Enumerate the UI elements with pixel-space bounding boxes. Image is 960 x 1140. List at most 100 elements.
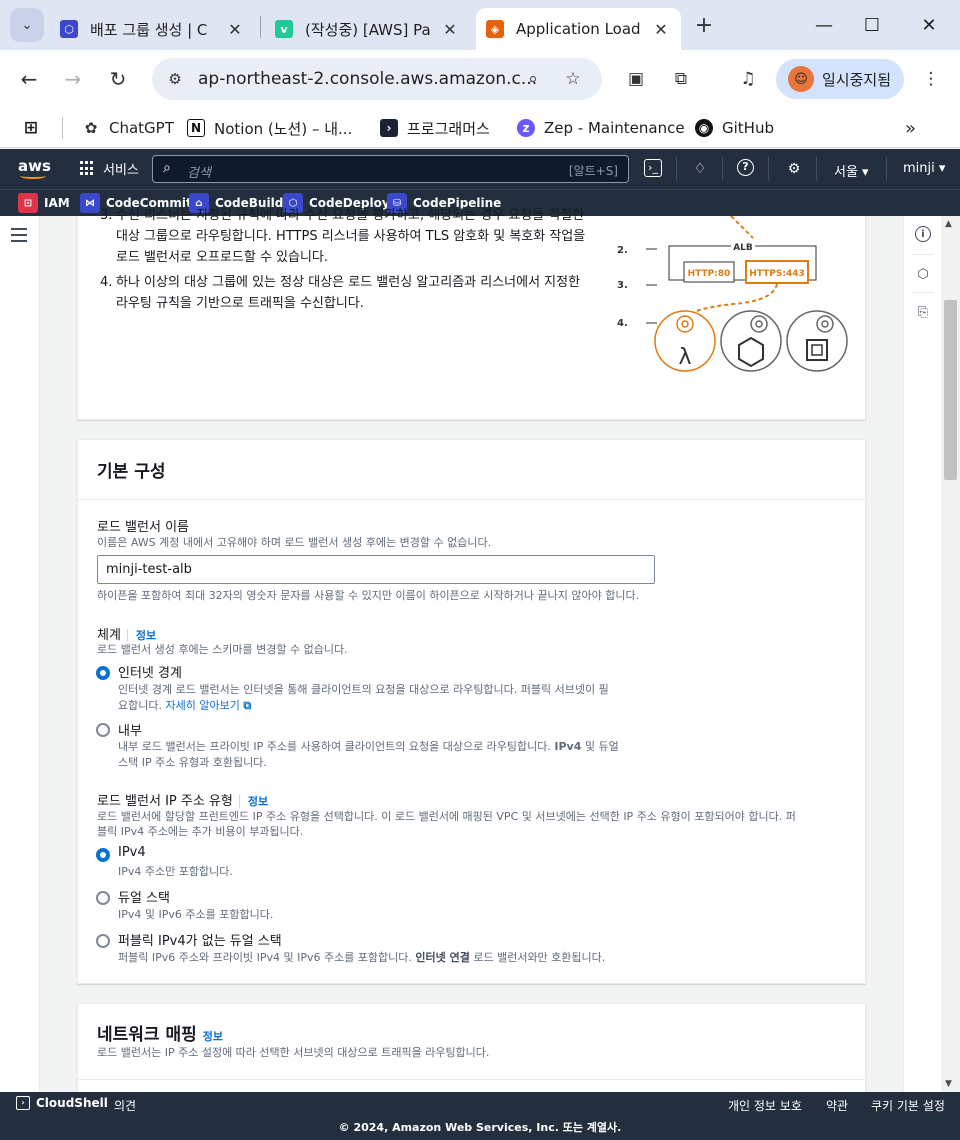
internal-desc-bold: IPv4 — [554, 740, 582, 753]
tab-capture-icon[interactable]: ▣ — [623, 66, 649, 92]
favorite-iam[interactable]: ⊡ IAM — [18, 193, 70, 213]
svg-text:λ: λ — [678, 345, 691, 370]
terms-link[interactable]: 약관 — [826, 1097, 848, 1114]
tab-search-button[interactable]: ⌄ — [10, 8, 44, 42]
services-menu-button[interactable]: 서비스 — [80, 159, 139, 178]
aws-search-input[interactable]: ⌕ 검색 [알트+S] — [152, 155, 629, 183]
reload-button[interactable]: ↻ — [103, 64, 133, 94]
browser-tab-1[interactable]: ⬡ 배포 그룹 생성 | C ✕ — [50, 8, 255, 50]
ipv4-description: IPv4 주소만 포함합니다. — [118, 865, 233, 878]
basic-config-header: 기본 구성 — [78, 440, 865, 500]
back-button[interactable]: ← — [14, 64, 44, 94]
scheme-label: 체계 정보 — [97, 624, 157, 643]
feedback-hexagon-icon[interactable]: ⬡ — [913, 264, 933, 284]
scrollbar-thumb[interactable] — [944, 300, 957, 480]
menu-hamburger-icon[interactable] — [11, 228, 27, 242]
region-selector[interactable]: 서울 ▾ — [834, 161, 869, 180]
bookmarks-divider — [62, 116, 63, 140]
media-control-icon[interactable]: ♫ — [735, 66, 761, 92]
console-footer: › CloudShell 의견 개인 정보 보호 약관 쿠키 기본 설정 © 2… — [0, 1092, 960, 1140]
dualstack-no-public-ipv4-radio[interactable] — [96, 934, 110, 948]
services-grid-icon — [80, 161, 95, 176]
page-scrollbar[interactable]: ▲ ▼ — [941, 216, 960, 1092]
scheme-internal-radio[interactable] — [96, 723, 110, 737]
step-item: 4. 하나 이상의 대상 그룹에 있는 정상 대상은 로드 밸런싱 알고리즘과 리… — [100, 272, 595, 314]
scroll-down-arrow-icon[interactable]: ▼ — [945, 1079, 952, 1089]
minimize-button[interactable]: — — [810, 12, 838, 40]
profile-button[interactable]: ☺ 일시중지됨 — [776, 59, 904, 99]
address-bar[interactable]: ⚙ ap-northeast-2.console.aws.amazon.c...… — [152, 58, 602, 100]
bookmark-label: Zep - Maintenance — [544, 119, 685, 137]
container-target-icon — [720, 310, 782, 372]
nav-divider — [816, 157, 817, 181]
extensions-icon[interactable]: ⧉ — [668, 66, 694, 92]
chatgpt-icon: ✿ — [84, 119, 98, 137]
zoom-search-icon[interactable]: ⌕ — [522, 68, 544, 90]
close-icon[interactable]: ✕ — [440, 20, 460, 39]
lb-name-label: 로드 밸런서 이름 — [97, 520, 189, 535]
bookmark-zep[interactable]: z Zep - Maintenance — [517, 116, 685, 140]
tab-divider — [260, 16, 261, 38]
dualstack-description: IPv4 및 IPv6 주소를 포함합니다. — [118, 908, 274, 921]
velog-favicon-icon: v — [275, 20, 293, 38]
settings-gear-icon[interactable]: ⚙ — [784, 159, 804, 179]
tab-title: (작성중) [AWS] Pa — [305, 20, 431, 39]
rail-divider — [912, 292, 934, 293]
tab-title: Application Load — [516, 20, 641, 38]
ip-type-info-link[interactable]: 정보 — [238, 795, 269, 808]
aws-top-nav: aws 서비스 ⌕ 검색 [알트+S] ›_ ♢ ? ⚙ 서울 ▾ minji … — [0, 149, 960, 189]
avatar: ☺ — [788, 66, 814, 92]
bookmark-notion[interactable]: N Notion (노션) – 내... — [187, 116, 352, 140]
dualstack-radio[interactable] — [96, 891, 110, 905]
new-tab-button[interactable]: + — [690, 12, 718, 40]
help-icon[interactable]: ? — [737, 159, 754, 176]
privacy-link[interactable]: 개인 정보 보호 — [728, 1097, 802, 1114]
notifications-bell-icon[interactable]: ♢ — [690, 159, 710, 179]
apps-grid-icon[interactable]: ⊞ — [22, 116, 49, 140]
codedeploy-favicon-icon: ⬡ — [60, 20, 78, 38]
network-info-link[interactable]: 정보 — [203, 1030, 223, 1043]
dualstack-no-public-ipv4-description: 퍼블릭 IPv6 주소와 프라이빗 IPv4 및 IPv6 주소를 포함합니다.… — [118, 950, 605, 966]
close-icon[interactable]: ✕ — [651, 20, 671, 39]
bookmark-label: ChatGPT — [109, 119, 174, 137]
search-placeholder: 검색 — [187, 166, 211, 181]
more-menu-icon[interactable]: ⋮ — [918, 66, 944, 92]
browser-tab-strip: ⌄ ⬡ 배포 그룹 생성 | C ✕ v (작성중) [AWS] Pa ✕ ◈ … — [0, 0, 960, 50]
maximize-button[interactable]: ☐ — [858, 12, 886, 40]
browser-tab-3-active[interactable]: ◈ Application Load ✕ — [476, 8, 681, 50]
tutorial-panel-icon[interactable]: ⎘ — [913, 302, 933, 322]
learn-more-link[interactable]: 자세히 알아보기 — [165, 699, 239, 712]
diagram-https-listener: HTTPS:443 — [749, 269, 804, 279]
close-icon[interactable]: ✕ — [225, 20, 245, 39]
ec2-favicon-icon: ◈ — [486, 20, 504, 38]
scheme-internet-facing-radio[interactable] — [96, 666, 110, 680]
cookie-preferences-link[interactable]: 쿠키 기본 설정 — [871, 1097, 945, 1114]
bookmark-programmers[interactable]: › 프로그래머스 — [380, 116, 490, 140]
github-icon: ◉ — [695, 119, 713, 137]
feedback-link[interactable]: 의견 — [114, 1097, 136, 1114]
bookmark-chatgpt[interactable]: ✿ ChatGPT — [82, 116, 174, 140]
ipv4-radio[interactable] — [96, 848, 110, 862]
aws-logo[interactable]: aws — [18, 157, 51, 181]
bookmark-star-icon[interactable]: ☆ — [562, 68, 584, 90]
site-info-icon[interactable]: ⚙ — [164, 68, 186, 90]
cloudshell-icon[interactable]: ›_ — [644, 159, 662, 177]
scroll-up-arrow-icon[interactable]: ▲ — [945, 219, 952, 229]
account-menu[interactable]: minji ▾ — [903, 161, 945, 176]
scheme-description: 로드 밸런서 생성 후에는 스키마를 변경할 수 없습니다. — [97, 643, 348, 656]
lb-name-input[interactable]: minji-test-alb — [97, 555, 655, 584]
info-icon[interactable]: i — [915, 226, 931, 242]
browser-tab-2[interactable]: v (작성중) [AWS] Pa ✕ — [265, 8, 470, 50]
internal-desc-line2: 스택 IP 주소 유형과 호환됩니다. — [118, 756, 267, 769]
close-window-button[interactable]: ✕ — [915, 12, 943, 40]
bookmark-github[interactable]: ◉ GitHub — [695, 116, 774, 140]
cloudshell-button[interactable]: › CloudShell — [16, 1096, 108, 1110]
forward-button[interactable]: → — [58, 64, 88, 94]
aws-smile-icon — [20, 173, 46, 179]
bookmark-label: Notion (노션) – 내... — [214, 119, 353, 138]
lb-name-constraint-hint: 하이픈을 포함하여 최대 32자의 영숫자 문자를 사용할 수 있지만 이름이 … — [97, 589, 640, 602]
bookmarks-overflow-icon[interactable]: » — [905, 116, 916, 140]
ip-type-desc-line2: 블릭 IPv4 주소에는 추가 비용이 부과됩니다. — [97, 825, 304, 838]
scheme-info-link[interactable]: 정보 — [126, 629, 157, 642]
scheme-label-text: 체계 — [97, 628, 121, 643]
